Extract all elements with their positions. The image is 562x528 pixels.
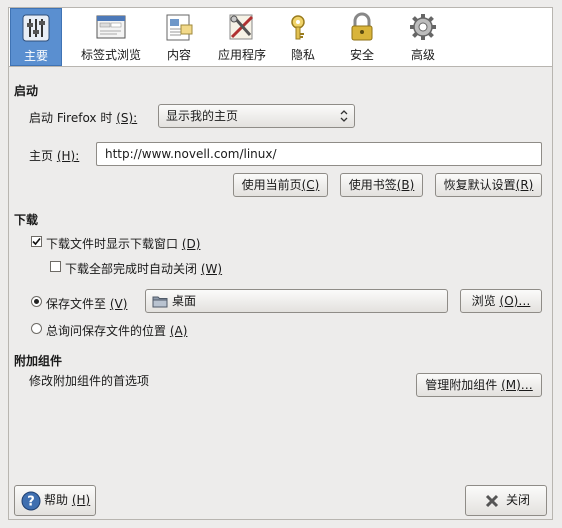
startup-when-text: 启动 Firefox 时	[29, 111, 113, 125]
browse-button[interactable]: 浏览 (O)…	[460, 289, 542, 313]
downloads-heading: 下载	[14, 213, 39, 227]
close-icon	[485, 494, 499, 508]
applications-tools-icon	[229, 14, 254, 40]
gear-icon	[410, 14, 436, 40]
button-key: (H)	[71, 493, 91, 507]
folder-value: 桌面	[172, 294, 197, 308]
use-bookmark-button[interactable]: 使用书签(B)	[340, 173, 423, 197]
tab-label: 安全	[349, 48, 374, 62]
home-label: 主页 (H):	[29, 147, 79, 164]
radio-label: 保存文件至	[46, 297, 107, 311]
tab-label: 内容	[166, 48, 191, 62]
tab-label: 隐私	[290, 48, 315, 62]
tab-tabbed-browsing[interactable]: 标签式浏览	[77, 8, 145, 66]
radio-label: 总询问保存文件的位置	[46, 324, 167, 338]
sliders-icon	[22, 14, 50, 42]
privacy-key-icon	[291, 15, 305, 40]
radio-key: (A)	[169, 324, 188, 338]
svg-text:?: ?	[27, 495, 35, 510]
radio-key: (V)	[109, 297, 128, 311]
auto-close-checkbox[interactable]	[50, 261, 61, 272]
save-to-radio[interactable]	[31, 296, 42, 307]
button-label: 使用书签	[348, 178, 397, 192]
tab-main[interactable]: 主要	[10, 8, 62, 66]
help-label: 帮助 (H)	[44, 486, 90, 515]
button-key: (C)	[301, 178, 320, 192]
button-key: (R)	[515, 178, 534, 192]
button-key: (M)…	[501, 378, 533, 392]
button-label: 使用当前页	[241, 178, 302, 192]
download-folder-field[interactable]: 桌面	[145, 289, 448, 313]
tab-label: 标签式浏览	[80, 48, 141, 62]
close-button[interactable]: 关闭	[465, 485, 547, 516]
startup-when-label: 启动 Firefox 时 (S):	[29, 109, 137, 126]
show-download-window-label: 下载文件时显示下载窗口 (D)	[46, 235, 200, 252]
button-label: 浏览	[471, 294, 496, 308]
help-icon: ?	[21, 491, 41, 511]
addons-description: 修改附加组件的首选项	[29, 374, 150, 388]
tab-label: 高级	[410, 48, 435, 62]
tab-privacy[interactable]: 隐私	[281, 8, 325, 66]
restore-default-button[interactable]: 恢复默认设置(R)	[435, 173, 542, 197]
startup-when-key: (S):	[116, 111, 138, 125]
tab-content[interactable]: 内容	[155, 8, 203, 66]
radio-selected-dot	[34, 299, 39, 304]
tab-label: 主要	[23, 49, 48, 63]
padlock-icon	[351, 12, 373, 41]
button-label: 帮助	[44, 493, 69, 507]
tab-applications[interactable]: 应用程序	[210, 8, 274, 66]
checkmark-icon	[32, 237, 41, 246]
checkbox-label: 下载文件时显示下载窗口	[46, 237, 179, 251]
always-ask-radio[interactable]	[31, 323, 42, 334]
button-key: (B)	[396, 178, 415, 192]
content-document-icon	[166, 14, 193, 41]
show-download-window-checkbox[interactable]	[31, 236, 42, 247]
startup-select[interactable]: 显示我的主页	[158, 104, 355, 128]
tab-advanced[interactable]: 高级	[401, 8, 445, 66]
tab-security[interactable]: 安全	[340, 8, 384, 66]
startup-select-value: 显示我的主页	[166, 109, 239, 123]
use-current-page-button[interactable]: 使用当前页(C)	[233, 173, 328, 197]
addons-heading: 附加组件	[14, 354, 63, 368]
home-label-text: 主页	[29, 149, 54, 163]
button-label: 恢复默认设置	[443, 178, 516, 192]
save-to-label: 保存文件至 (V)	[46, 295, 127, 312]
folder-icon	[152, 296, 168, 308]
close-label: 关闭	[506, 493, 531, 507]
startup-heading: 启动	[14, 84, 39, 98]
tab-label: 应用程序	[217, 48, 266, 62]
button-key: (O)…	[499, 294, 531, 308]
home-label-key: (H):	[56, 149, 80, 163]
button-label: 管理附加组件	[425, 378, 498, 392]
auto-close-label: 下载全部完成时自动关闭 (W)	[65, 260, 222, 277]
tabs-window-icon	[96, 15, 126, 39]
home-page-input[interactable]: http://www.novell.com/linux/	[96, 142, 542, 166]
checkbox-key: (W)	[200, 262, 223, 276]
help-button[interactable]: ? 帮助 (H)	[14, 485, 96, 516]
checkbox-key: (D)	[181, 237, 201, 251]
checkbox-label: 下载全部完成时自动关闭	[65, 262, 198, 276]
manage-addons-button[interactable]: 管理附加组件 (M)…	[416, 373, 542, 397]
always-ask-label: 总询问保存文件的位置 (A)	[46, 322, 187, 339]
updown-arrows-icon	[340, 110, 348, 122]
preferences-toolbar: 主要 标签式浏览 内容 应用程序 隐私 安全 高级	[8, 7, 553, 67]
